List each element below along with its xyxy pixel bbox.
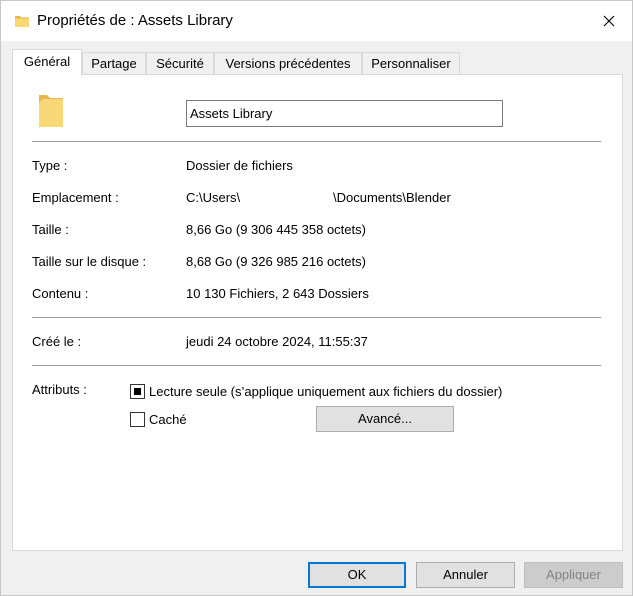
folder-icon [39,95,63,127]
window-title: Propriétés de : Assets Library [37,12,233,29]
tab-previous-versions[interactable]: Versions précédentes [214,52,362,75]
folder-icon [15,16,29,27]
folder-name-input[interactable] [186,100,503,127]
tab-security[interactable]: Sécurité [146,52,214,75]
close-button[interactable] [586,1,632,41]
type-label: Type : [32,158,68,173]
contents-label: Contenu : [32,286,89,301]
size-on-disk-label: Taille sur le disque : [32,254,147,269]
general-panel: Type : Dossier de fichiers Emplacement :… [12,74,623,551]
type-value: Dossier de fichiers [186,158,293,173]
size-value: 8,66 Go (9 306 445 358 octets) [186,222,366,237]
separator [32,317,601,318]
location-label: Emplacement : [32,190,119,205]
tab-general[interactable]: Général [12,49,82,76]
separator [32,365,601,366]
apply-button[interactable]: Appliquer [524,562,623,588]
ok-button[interactable]: OK [308,562,406,588]
separator [32,141,601,142]
tab-customize[interactable]: Personnaliser [362,52,460,75]
location-value-suffix: \Documents\Blender [333,190,451,205]
location-value-prefix: C:\Users\ [186,190,241,205]
hidden-label[interactable]: Caché [149,412,187,427]
tab-sharing[interactable]: Partage [82,52,146,75]
created-label: Créé le : [32,334,82,349]
advanced-button[interactable]: Avancé... [316,406,454,432]
title-bar: Propriétés de : Assets Library [1,1,632,41]
size-label: Taille : [32,222,69,237]
readonly-label[interactable]: Lecture seule (s’applique uniquement aux… [149,384,502,399]
cancel-button[interactable]: Annuler [416,562,515,588]
hidden-checkbox[interactable] [130,412,145,427]
attributes-label: Attributs : [32,382,87,397]
created-value: jeudi 24 octobre 2024, 11:55:37 [186,334,368,349]
readonly-checkbox[interactable] [130,384,145,399]
close-icon [603,15,615,27]
size-on-disk-value: 8,68 Go (9 326 985 216 octets) [186,254,366,269]
properties-dialog: Propriétés de : Assets Library Général P… [0,0,633,596]
contents-value: 10 130 Fichiers, 2 643 Dossiers [186,286,369,301]
